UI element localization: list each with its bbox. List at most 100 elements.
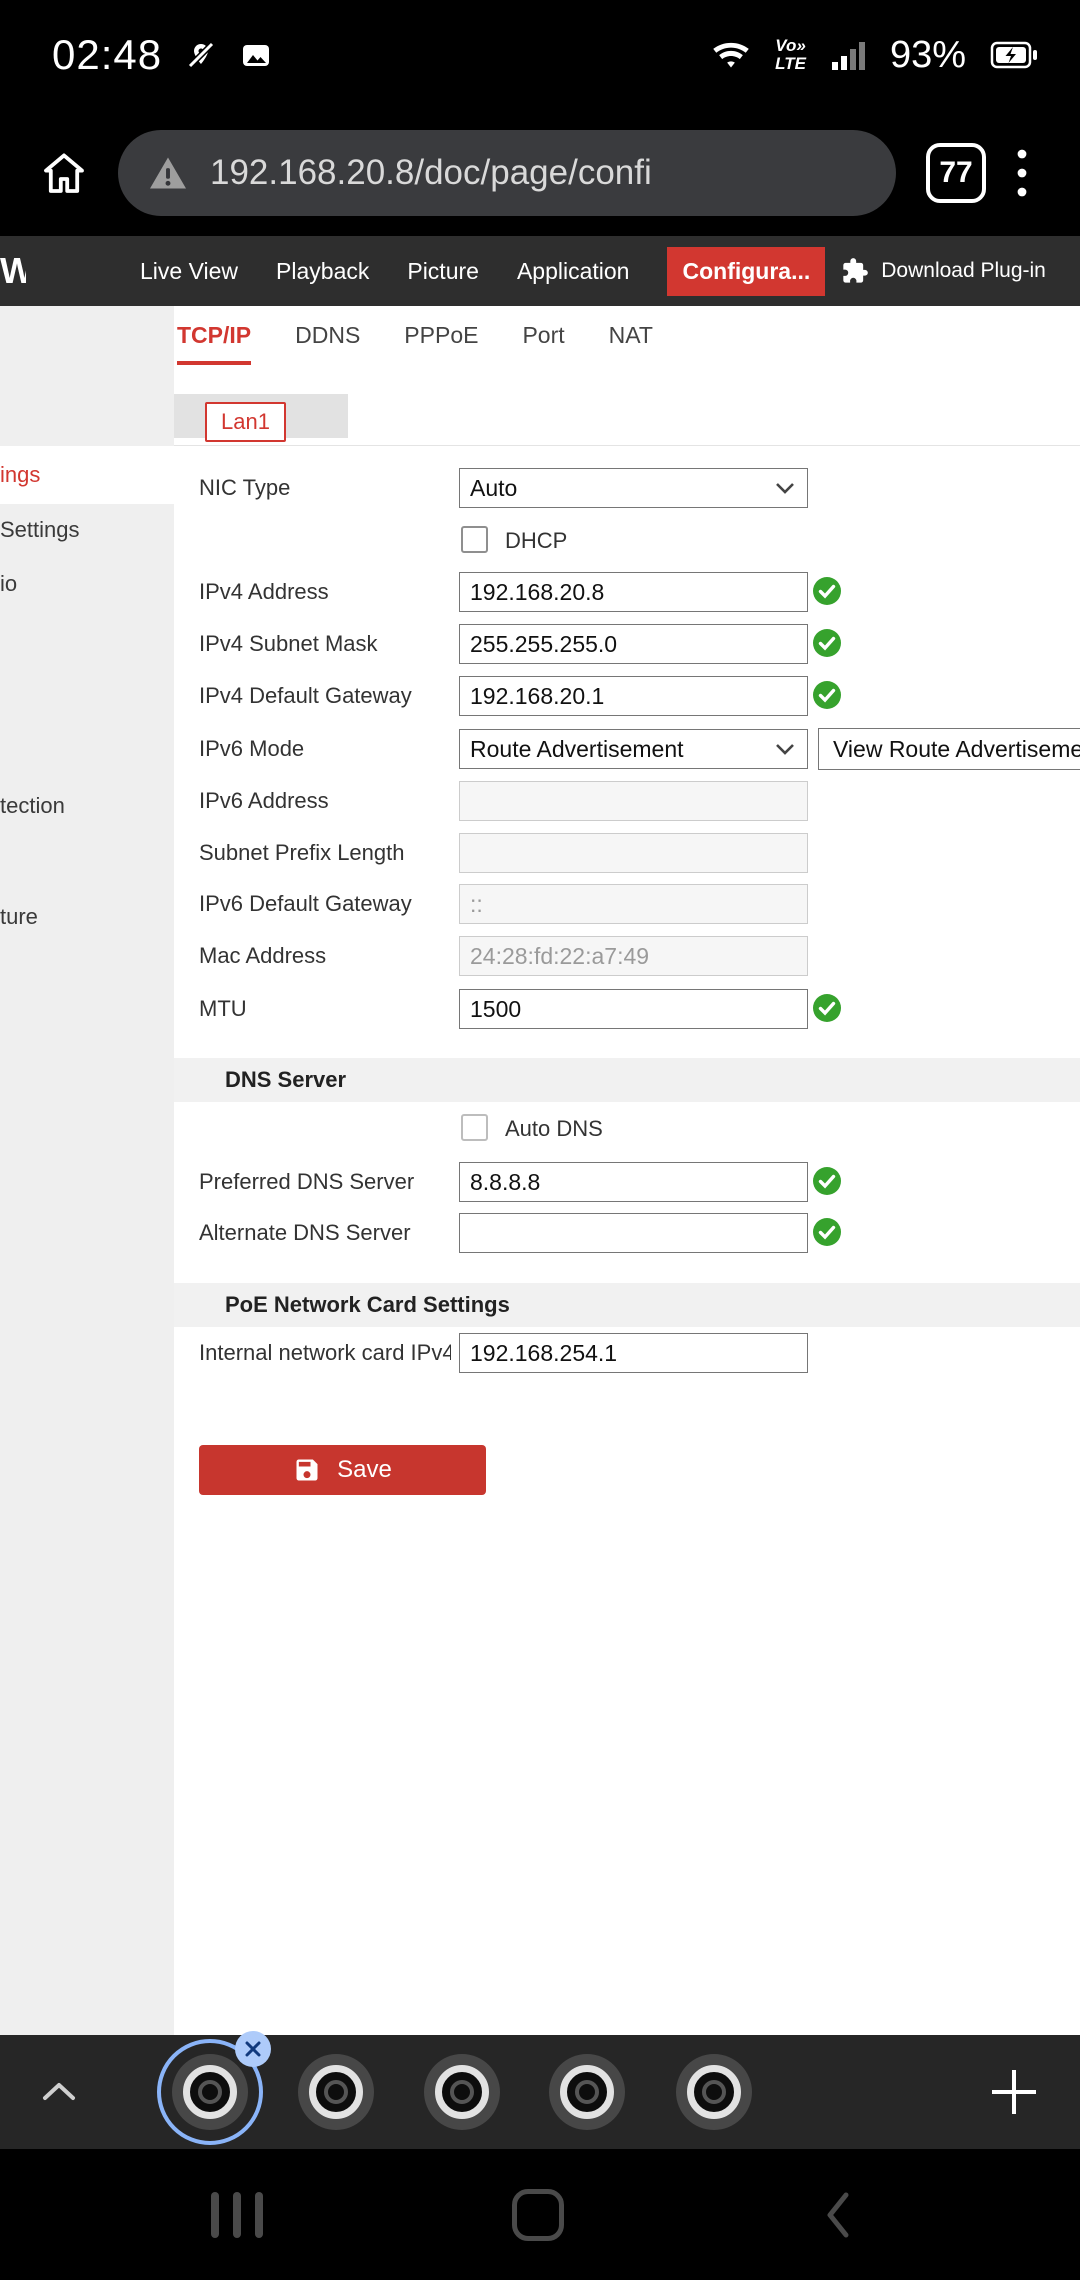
browser-menu-kebab-icon[interactable] (1016, 147, 1028, 199)
ipv6-address-input (459, 781, 808, 821)
nav-playback[interactable]: Playback (276, 258, 369, 285)
screenshot-icon (240, 40, 272, 70)
preferred-dns-input[interactable] (459, 1162, 808, 1202)
ipv6-mode-select[interactable]: Route Advertisement (459, 729, 808, 769)
subnet-mask-row: IPv4 Subnet Mask (0, 622, 1080, 666)
nic-type-row: NIC Type Auto (0, 466, 1080, 510)
recents-icon[interactable] (211, 2192, 263, 2238)
camera-lens-icon (309, 2065, 363, 2119)
signal-strength-icon (830, 38, 866, 72)
alternate-dns-row: Alternate DNS Server (0, 1211, 1080, 1255)
prefix-length-input (459, 833, 808, 873)
plugin-puzzle-icon (841, 257, 869, 285)
system-nav-bar (0, 2149, 1080, 2280)
camera-lens-icon (183, 2065, 237, 2119)
alternate-dns-label: Alternate DNS Server (199, 1220, 411, 1246)
save-button[interactable]: Save (199, 1445, 486, 1495)
site-nav: W Live View Playback Picture Application… (0, 236, 1080, 306)
nav-application[interactable]: Application (517, 258, 630, 285)
ipv6-mode-value: Route Advertisement (470, 736, 684, 763)
camera-thumb-5[interactable] (676, 2054, 752, 2130)
clock: 02:48 (52, 31, 162, 79)
tab-tcpip[interactable]: TCP/IP (177, 322, 251, 365)
tab-ddns[interactable]: DDNS (295, 322, 360, 365)
subnet-mask-input[interactable] (459, 624, 808, 664)
url-bar[interactable]: 192.168.20.8/doc/page/confi (118, 130, 896, 216)
auto-dns-checkbox[interactable] (461, 1114, 488, 1141)
tab-port[interactable]: Port (522, 322, 564, 365)
save-button-label: Save (337, 1456, 392, 1484)
home-nav-icon[interactable] (512, 2189, 564, 2241)
internal-ipv4-input[interactable] (459, 1333, 808, 1373)
camera-lens-thumb (172, 2054, 248, 2130)
subnet-mask-label: IPv4 Subnet Mask (199, 631, 378, 657)
wifi-icon (711, 39, 751, 71)
ipv6-address-label: IPv6 Address (199, 788, 329, 814)
tab-count-button[interactable]: 77 (926, 143, 986, 203)
ipv6-gateway-label: IPv6 Default Gateway (199, 891, 412, 917)
ipv6-gateway-row: IPv6 Default Gateway (0, 882, 1080, 926)
camera-thumb-2[interactable] (298, 2054, 374, 2130)
camera-lens-icon (435, 2065, 489, 2119)
dns-server-header: DNS Server (174, 1058, 1080, 1102)
download-plugin-link[interactable]: Download Plug-in (881, 259, 1046, 283)
dhcp-label: DHCP (505, 528, 567, 554)
alternate-dns-input[interactable] (459, 1213, 808, 1253)
valid-check-icon (812, 1217, 842, 1247)
auto-dns-row: Auto DNS (0, 1107, 1080, 1151)
browser-toolbar: 192.168.20.8/doc/page/confi 77 (0, 110, 1080, 236)
prefix-length-label: Subnet Prefix Length (199, 840, 404, 866)
dhcp-row: DHCP (0, 519, 1080, 563)
home-icon[interactable] (40, 149, 88, 197)
mac-address-input (459, 936, 808, 976)
nic-type-select[interactable]: Auto (459, 468, 808, 508)
settings-tabs: TCP/IP DDNS PPPoE Port NAT (177, 322, 653, 365)
ipv6-address-row: IPv6 Address (0, 779, 1080, 823)
dns-server-header-text: DNS Server (225, 1067, 346, 1093)
chevron-down-icon (775, 743, 795, 756)
camera-lens-icon (687, 2065, 741, 2119)
nav-picture[interactable]: Picture (407, 258, 479, 285)
valid-check-icon (812, 628, 842, 658)
lan1-tab[interactable]: Lan1 (205, 402, 286, 442)
ipv4-address-input[interactable] (459, 572, 808, 612)
ipv6-mode-label: IPv6 Mode (199, 736, 304, 762)
gateway-label: IPv4 Default Gateway (199, 683, 412, 709)
ipv4-address-row: IPv4 Address (0, 570, 1080, 614)
expand-chevron-icon[interactable] (40, 2080, 78, 2104)
valid-check-icon (812, 1166, 842, 1196)
mtu-input[interactable] (459, 989, 808, 1029)
camera-thumb-3[interactable] (424, 2054, 500, 2130)
dhcp-checkbox[interactable] (461, 526, 488, 553)
nav-configuration[interactable]: Configura... (667, 247, 825, 296)
warning-icon (148, 155, 188, 191)
crossed-status-icon (186, 40, 216, 70)
camera-lens-icon (560, 2065, 614, 2119)
camera-thumb-4[interactable] (549, 2054, 625, 2130)
selected-camera-thumb[interactable] (157, 2039, 263, 2145)
battery-charging-icon (990, 40, 1038, 70)
volte-icon: Vo» LTE (775, 37, 806, 73)
volte-top-text: Vo» (775, 37, 806, 55)
valid-check-icon (812, 576, 842, 606)
camera-thumbnail-bar (0, 2035, 1080, 2149)
gateway-input[interactable] (459, 676, 808, 716)
internal-ipv4-label: Internal network card IPv4... (199, 1340, 451, 1366)
view-route-advertisement-button[interactable]: View Route Advertisement (818, 728, 1080, 770)
url-text: 192.168.20.8/doc/page/confi (210, 153, 652, 193)
tab-nat[interactable]: NAT (609, 322, 653, 365)
back-nav-icon[interactable] (822, 2191, 852, 2239)
poe-settings-header: PoE Network Card Settings (174, 1283, 1080, 1327)
gateway-row: IPv4 Default Gateway (0, 674, 1080, 718)
close-thumb-icon[interactable] (235, 2031, 271, 2067)
floppy-save-icon (293, 1456, 321, 1484)
tab-count: 77 (939, 156, 972, 190)
nav-live-view[interactable]: Live View (140, 258, 238, 285)
poe-settings-header-text: PoE Network Card Settings (225, 1292, 510, 1318)
add-window-icon[interactable] (986, 2064, 1042, 2120)
tab-pppoe[interactable]: PPPoE (404, 322, 478, 365)
lan-tab-strip: Lan1 (174, 402, 1080, 446)
ipv4-address-label: IPv4 Address (199, 579, 329, 605)
nic-type-label: NIC Type (199, 475, 290, 501)
status-bar: 02:48 Vo» LTE 93% (0, 0, 1080, 110)
